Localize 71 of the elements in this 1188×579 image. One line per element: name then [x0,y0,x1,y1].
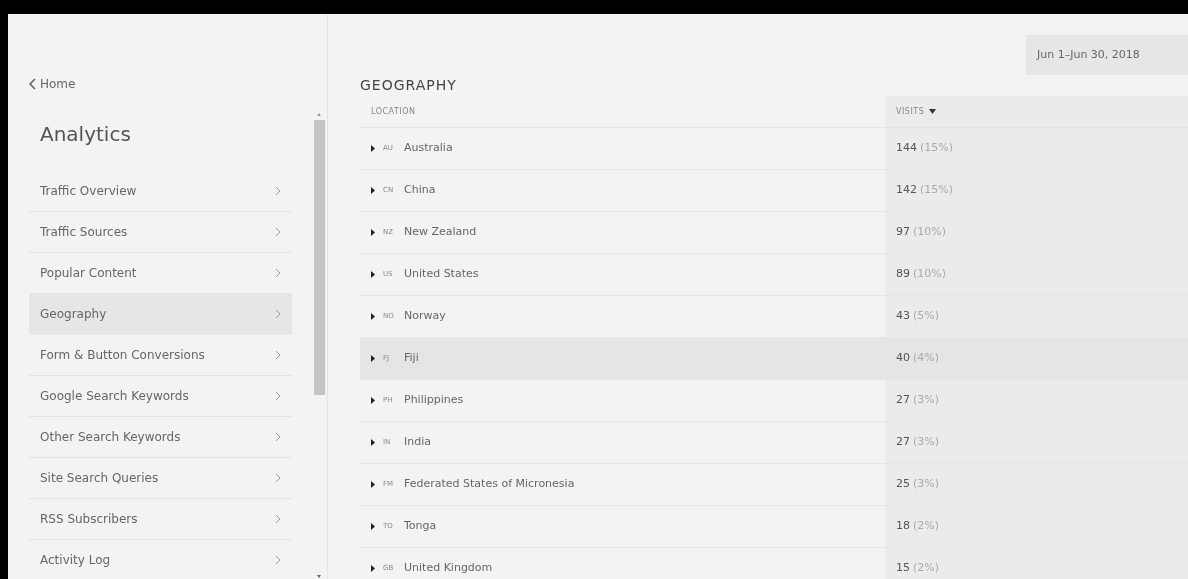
visit-percentage: (4%) [913,350,940,367]
chevron-right-icon [275,309,281,319]
location-name: Tonga [404,518,437,535]
expand-triangle-icon[interactable] [371,523,375,530]
chevron-right-icon [275,514,281,524]
sidebar-item[interactable]: Site Search Queries [29,458,292,499]
expand-triangle-icon[interactable] [371,187,375,194]
visit-percentage: (3%) [913,434,940,451]
visit-percentage: (2%) [913,560,940,577]
sidebar-title: Analytics [40,121,132,148]
sidebar-item[interactable]: Form & Button Conversions [29,335,292,376]
sidebar-item[interactable]: Google Search Keywords [29,376,292,417]
sort-descending-icon [929,109,937,114]
expand-triangle-icon[interactable] [371,565,375,572]
visit-percentage: (2%) [913,518,940,535]
visit-percentage: (5%) [913,308,940,325]
date-range-picker[interactable]: Jun 1–Jun 30, 2018 [1026,35,1188,75]
location-name: Philippines [404,392,464,409]
location-name: India [404,434,431,451]
expand-triangle-icon[interactable] [371,271,375,278]
sidebar-item[interactable]: Geography [29,294,292,335]
chevron-right-icon [275,473,281,483]
chevron-right-icon [275,350,281,360]
visit-percentage: (3%) [913,392,940,409]
sidebar-item[interactable]: Activity Log [29,540,292,579]
chevron-right-icon [275,186,281,196]
expand-triangle-icon[interactable] [371,145,375,152]
visit-count: 27 [896,392,910,409]
visit-count: 43 [896,308,910,325]
location-name: New Zealand [404,224,477,241]
chevron-right-icon [275,391,281,401]
chevron-right-icon [275,227,281,237]
visit-count: 18 [896,518,910,535]
chevron-right-icon [275,555,281,565]
chevron-right-icon [275,268,281,278]
location-name: China [404,182,436,199]
visit-percentage: (15%) [920,182,954,199]
expand-triangle-icon[interactable] [371,397,375,404]
location-name: Federated States of Micronesia [404,476,575,493]
visit-count: 97 [896,224,910,241]
sidebar-item[interactable]: Traffic Overview [29,171,292,212]
location-name: United States [404,266,479,283]
visit-percentage: (10%) [913,266,947,283]
visit-count: 27 [896,434,910,451]
expand-triangle-icon[interactable] [371,229,375,236]
visit-count: 40 [896,350,910,367]
location-name: Australia [404,140,453,157]
expand-triangle-icon[interactable] [371,481,375,488]
location-name: Norway [404,308,446,325]
visit-count: 89 [896,266,910,283]
column-header: LOCATION [360,96,885,128]
visit-count: 144 [896,140,917,157]
visit-percentage: (10%) [913,224,947,241]
visit-percentage: (3%) [913,476,940,493]
home-link[interactable]: Home [29,75,76,93]
location-name: United Kingdom [404,560,493,577]
expand-triangle-icon[interactable] [371,313,375,320]
page-title: GEOGRAPHY [360,76,457,95]
visit-count: 15 [896,560,910,577]
expand-triangle-icon[interactable] [371,355,375,362]
expand-triangle-icon[interactable] [371,439,375,446]
column-header[interactable]: VISITS [885,96,1188,128]
chevron-left-icon [29,78,37,90]
chevron-right-icon [275,432,281,442]
location-name: Fiji [404,350,419,367]
sidebar-item[interactable]: RSS Subscribers [29,499,292,540]
sidebar-item[interactable]: Other Search Keywords [29,417,292,458]
sidebar-item[interactable]: Traffic Sources [29,212,292,253]
visit-count: 142 [896,182,917,199]
visit-count: 25 [896,476,910,493]
visit-percentage: (15%) [920,140,954,157]
